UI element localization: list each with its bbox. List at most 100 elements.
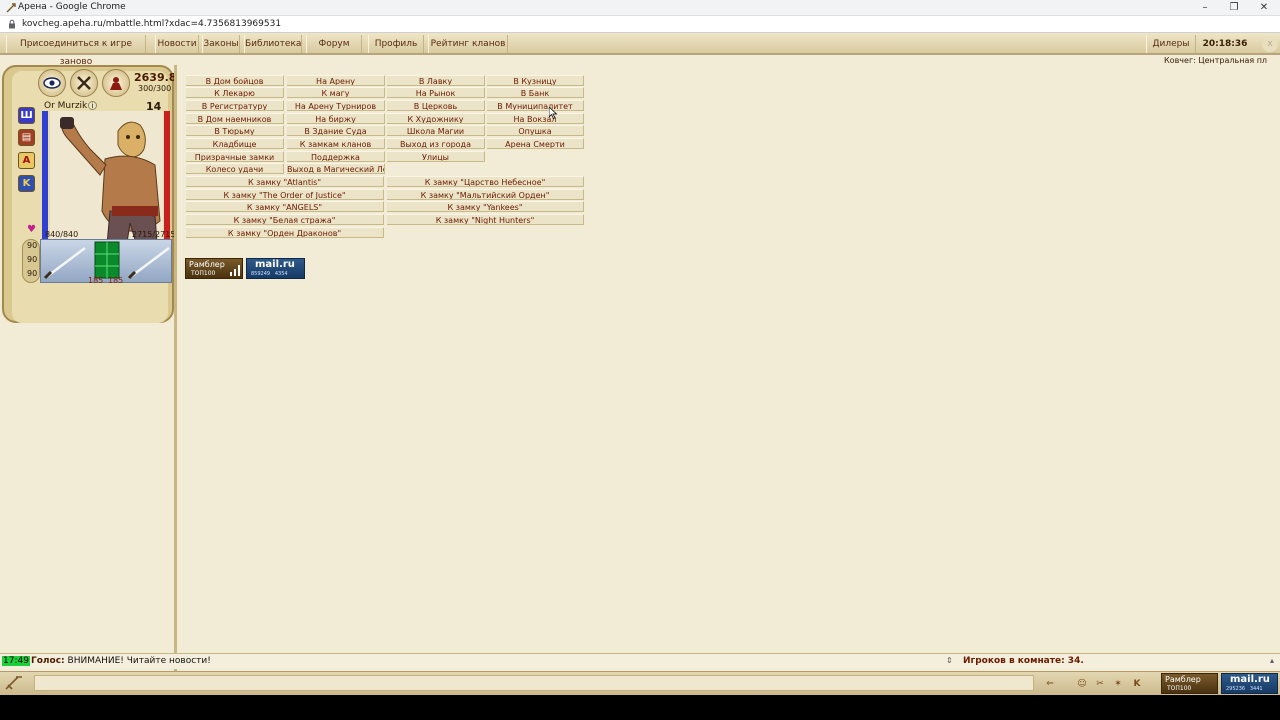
mailru-counter-bottom[interactable]: mail.ru 295236 3441	[1221, 673, 1278, 694]
back-arrow-icon[interactable]: ⇐	[1043, 677, 1057, 691]
btn-magic-forest[interactable]: Выход в Магический Лес	[287, 163, 385, 174]
mailru-counter[interactable]: mail.ru 859249 4354	[246, 258, 305, 279]
character-name[interactable]: Or Murzik	[44, 101, 87, 111]
btn-mercenaries[interactable]: В Дом наемников	[186, 113, 284, 124]
minimize-icon[interactable]: –	[1198, 1, 1212, 14]
btn-magic-school[interactable]: Школа Магии	[387, 125, 485, 136]
top-navigation: Присоединиться к игре заново Новости Зак…	[0, 33, 1280, 67]
players-in-room: Игроков в комнате: 34.	[963, 656, 1084, 666]
character-panel: 2639.8 300/300 Or Murzik i 14 Ш ▤ A K ♥ …	[2, 65, 177, 323]
browser-title-bar: Арена - Google Chrome – ❐ ✕	[0, 0, 1280, 16]
btn-support[interactable]: Поддержка	[287, 151, 385, 162]
mailru-numbers-bottom: 295236 3441	[1226, 686, 1263, 692]
nav-clan-rating[interactable]: Рейтинг кланов	[428, 35, 508, 53]
btn-bank[interactable]: В Банк	[487, 87, 584, 98]
panel-divider	[174, 65, 177, 683]
btn-castle-heavenly-kingdom[interactable]: К замку "Царство Небесное"	[387, 176, 584, 187]
rambler-counter-bottom[interactable]: Рамблер ТОП100	[1161, 673, 1218, 694]
btn-clan-castles[interactable]: К замкам кланов	[287, 138, 385, 149]
rambler-counter[interactable]: Рамблер ТОП100	[185, 258, 243, 279]
btn-tournament-arena[interactable]: На Арену Турниров	[287, 100, 385, 111]
chat-message-row: Голос: ВНИМАНИЕ! Читайте новости!	[31, 656, 211, 666]
btn-mage[interactable]: К магу	[287, 87, 385, 98]
btn-market[interactable]: На Рынок	[387, 87, 485, 98]
btn-ghost-castles[interactable]: Призрачные замки	[186, 151, 284, 162]
book-icon[interactable]: ▤	[18, 129, 35, 146]
btn-cemetery[interactable]: Кладбище	[186, 138, 284, 149]
btn-castle-order-of-justice[interactable]: К замку "The Order of Justice"	[186, 189, 384, 200]
game-page: Присоединиться к игре заново Новости Зак…	[0, 33, 1280, 695]
btn-smithy[interactable]: В Кузницу	[487, 75, 584, 86]
btn-castle-yankees[interactable]: К замку "Yankees"	[387, 201, 584, 212]
btn-fighters-house[interactable]: В Дом бойцов	[186, 75, 284, 86]
btn-castle-night-hunters[interactable]: К замку "Night Hunters"	[387, 214, 584, 225]
scissors-icon[interactable]: ✂	[1093, 677, 1107, 691]
btn-streets[interactable]: Улицы	[387, 151, 485, 162]
hp-value: 840/840	[45, 230, 79, 239]
url-text[interactable]: kovcheg.apeha.ru/mbattle.html?xdac=4.735…	[22, 19, 281, 29]
mouse-cursor-icon	[549, 107, 557, 119]
btn-castle-white-guard[interactable]: К замку "Белая стража"	[186, 214, 384, 225]
nav-laws[interactable]: Законы	[202, 35, 240, 53]
experience-value: 2639.8	[134, 71, 177, 84]
clan-icon[interactable]: Ш	[18, 107, 35, 124]
btn-station[interactable]: На Вокзал	[487, 113, 584, 124]
btn-prison[interactable]: В Тюрьму	[186, 125, 284, 136]
btn-court[interactable]: В Здание Суда	[287, 125, 385, 136]
tools-icon[interactable]	[70, 69, 98, 97]
chat-time: 17:49	[2, 656, 30, 666]
chat-message: ВНИМАНИЕ! Читайте новости!	[67, 656, 211, 666]
btn-shop[interactable]: В Лавку	[387, 75, 485, 86]
btn-castle-maltese-order[interactable]: К замку "Мальтийский Орден"	[387, 189, 584, 200]
btn-healer[interactable]: К Лекарю	[186, 87, 284, 98]
nav-dealers[interactable]: Дилеры	[1146, 35, 1196, 53]
weapon-left-value: 185	[88, 276, 104, 285]
btn-artist[interactable]: К Художнику	[387, 113, 485, 124]
heart-icon: ♥	[27, 224, 36, 235]
nav-rejoin[interactable]: Присоединиться к игре заново	[6, 35, 146, 67]
current-location: Ковчег: Центральная пл	[1164, 56, 1268, 65]
rambler-label: Рамблер	[189, 260, 225, 269]
k-icon[interactable]: K	[1130, 677, 1144, 691]
info-icon[interactable]: i	[88, 101, 97, 110]
sword-icon[interactable]	[4, 675, 24, 691]
rambler-sublabel-bottom: ТОП100	[1167, 685, 1192, 692]
k-badge-icon[interactable]: K	[18, 175, 35, 192]
smiley-icon[interactable]: ☺	[1075, 677, 1089, 691]
scroll-arrows-icon[interactable]: ⇕	[946, 656, 953, 665]
star-icon[interactable]: ✶	[1111, 677, 1125, 691]
btn-church[interactable]: В Церковь	[387, 100, 485, 111]
scroll-up-icon[interactable]: ▴	[1270, 656, 1274, 665]
btn-castle-angels[interactable]: К замку "ANGELS"	[186, 201, 384, 212]
btn-city-exit[interactable]: Выход из города	[387, 138, 485, 149]
mailru-numbers: 859249 4354	[251, 271, 288, 277]
arena-favicon-icon	[6, 3, 16, 13]
a-icon[interactable]: A	[18, 152, 35, 169]
btn-wheel-of-fortune[interactable]: Колесо удачи	[186, 163, 284, 174]
stat-intuition: 90	[27, 269, 38, 278]
close-window-icon[interactable]: ✕	[1257, 1, 1271, 14]
lock-icon	[9, 19, 15, 29]
nav-news[interactable]: Новости	[155, 35, 199, 53]
btn-registry[interactable]: В Регистратуру	[186, 100, 284, 111]
eye-icon[interactable]	[38, 69, 66, 97]
address-bar[interactable]: kovcheg.apeha.ru/mbattle.html?xdac=4.735…	[0, 16, 1280, 33]
chat-input[interactable]	[34, 675, 1034, 691]
character-icon[interactable]	[102, 69, 130, 97]
chat-speaker[interactable]: Голос:	[31, 656, 65, 666]
chat-line: 17:49 Голос: ВНИМАНИЕ! Читайте новости! …	[0, 653, 1280, 669]
close-icon[interactable]: x	[1262, 36, 1278, 52]
restore-icon[interactable]: ❐	[1227, 1, 1241, 14]
nav-forum[interactable]: Форум	[306, 35, 362, 53]
btn-exchange[interactable]: На биржу	[287, 113, 385, 124]
btn-municipality[interactable]: В Муниципалитет	[487, 100, 584, 111]
nav-profile[interactable]: Профиль	[368, 35, 424, 53]
btn-arena[interactable]: На Арену	[287, 75, 385, 86]
nav-library[interactable]: Библиотека	[244, 35, 302, 53]
weapons-panel	[40, 239, 172, 283]
btn-death-arena[interactable]: Арена Смерти	[487, 138, 584, 149]
btn-forest-edge[interactable]: Опушка	[487, 125, 584, 136]
btn-castle-dragon-order[interactable]: К замку "Орден Драконов"	[186, 227, 384, 238]
btn-castle-atlantis[interactable]: К замку "Atlantis"	[186, 176, 384, 187]
window-title: Арена - Google Chrome	[18, 2, 126, 12]
